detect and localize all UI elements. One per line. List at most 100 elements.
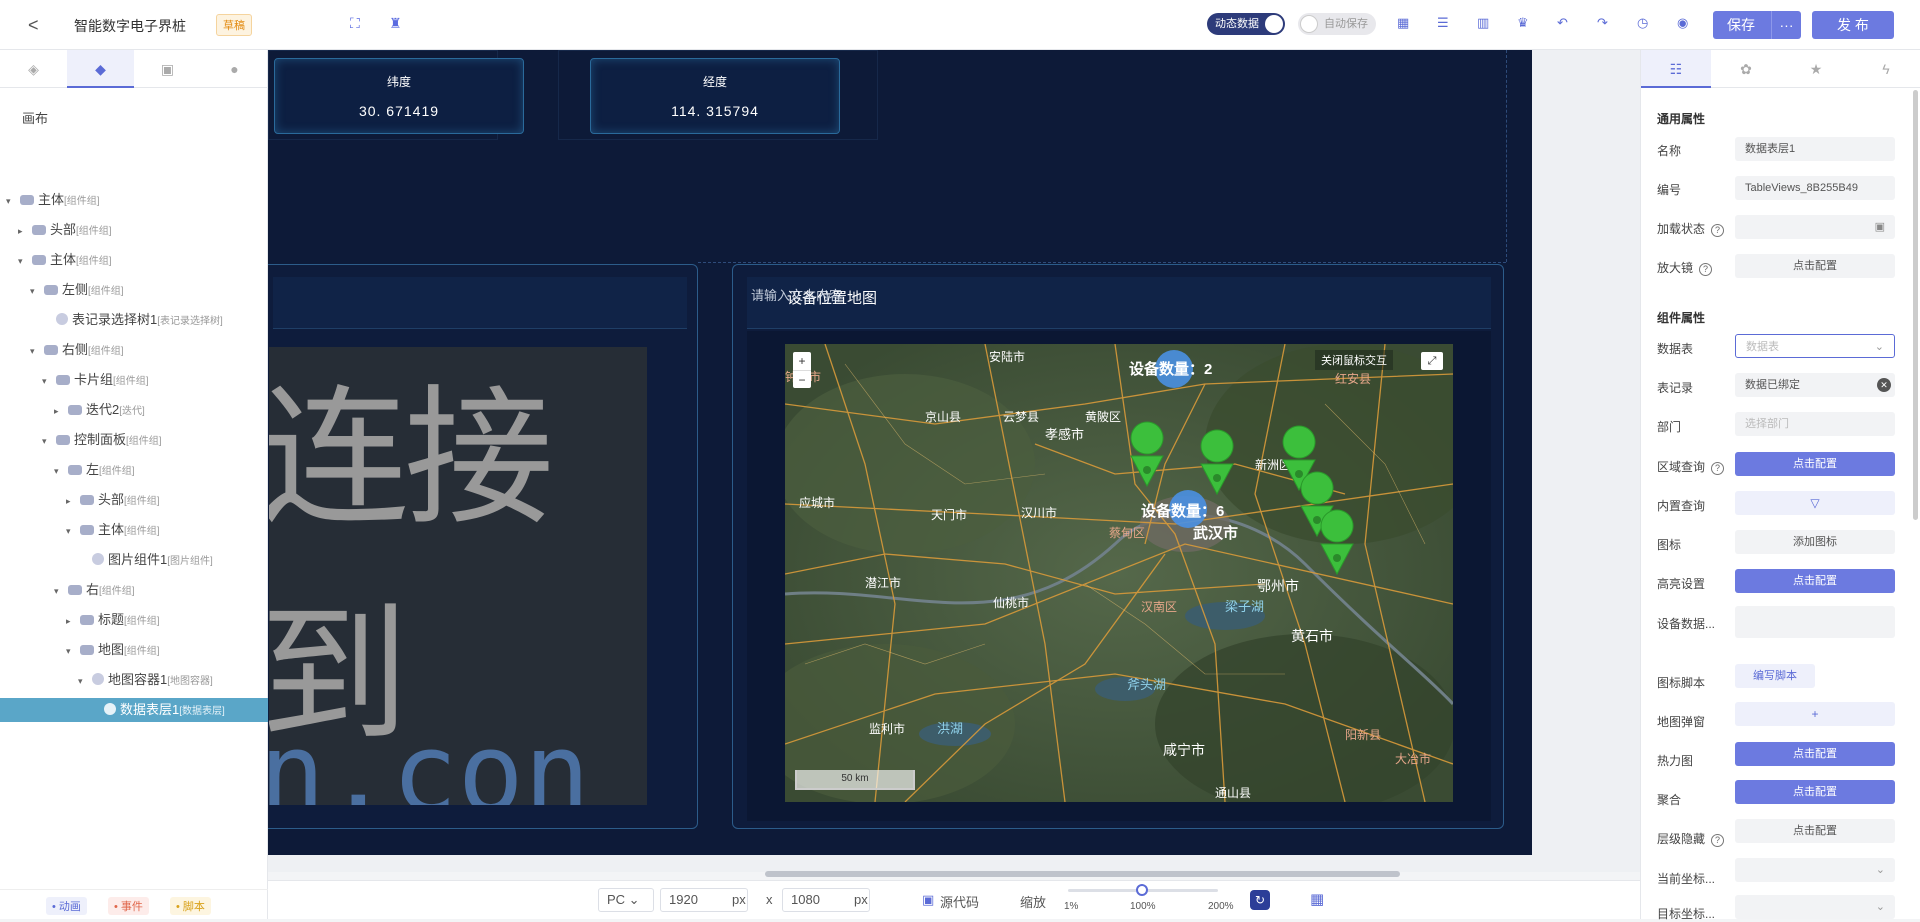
expand-arrow-icon[interactable]: ▸ (66, 489, 76, 513)
animation-tab[interactable]: • 动画 (46, 897, 87, 915)
tab-templates-icon[interactable]: ▣ (134, 50, 201, 88)
expand-arrow-icon[interactable]: ▾ (42, 429, 52, 453)
expand-arrow-icon[interactable]: ▾ (30, 279, 40, 303)
level-hide-button[interactable]: 点击配置 (1735, 819, 1895, 843)
heatmap-button[interactable]: 点击配置 (1735, 742, 1895, 766)
publish-button[interactable]: 发 布 (1812, 11, 1894, 39)
tab-style-icon[interactable]: ✿ (1711, 50, 1781, 88)
load-state-picker[interactable]: ▣ (1735, 215, 1895, 239)
source-code-icon[interactable]: ▣ (922, 892, 934, 908)
image-panel[interactable]: 连接到 n.con (268, 264, 698, 829)
layer-tree-item[interactable]: ▾ 右[组件组] (0, 578, 268, 602)
tab-user-icon[interactable]: ● (201, 50, 268, 88)
layer-tree-item[interactable]: ▾ 卡片组[组件组] (0, 368, 268, 392)
layer-tree-item[interactable]: ▾ 主体[组件组] (0, 188, 268, 212)
device-markers[interactable] (785, 344, 1453, 802)
zoom-out-button[interactable]: − (793, 370, 811, 389)
layer-tree-item[interactable]: ▸ 头部[组件组] (0, 218, 268, 242)
align-icon[interactable]: ▥ (1477, 15, 1489, 31)
filter-button[interactable]: ▽ (1735, 491, 1895, 515)
device-data-field[interactable] (1735, 606, 1895, 638)
expand-arrow-icon[interactable]: ▾ (66, 519, 76, 543)
magnifier-config-button[interactable]: 点击配置 (1735, 254, 1895, 278)
target-coord-select[interactable]: ⌄ (1735, 895, 1895, 919)
script-tab[interactable]: • 脚本 (170, 897, 211, 915)
design-stage[interactable]: 纬度 30. 671419 经度 114. 315794 连接到 n.con 设… (268, 50, 1640, 872)
tab-layers-icon[interactable]: ◆ (67, 50, 134, 88)
layer-tree-item[interactable]: ▾ 右侧[组件组] (0, 338, 268, 362)
expand-arrow-icon[interactable]: ▾ (30, 339, 40, 363)
expand-arrow-icon[interactable]: ▾ (42, 369, 52, 393)
layer-tree-item[interactable]: ▾ 主体[组件组] (0, 248, 268, 272)
back-icon[interactable]: < (28, 15, 39, 36)
current-coord-select[interactable]: ⌄ (1735, 858, 1895, 882)
layer-tree-item[interactable]: ▾ 控制面板[组件组] (0, 428, 268, 452)
add-popup-button[interactable]: + (1735, 702, 1895, 726)
write-script-button[interactable]: 编写脚本 (1735, 664, 1815, 688)
help-icon[interactable]: ? (1711, 834, 1725, 847)
theme-shirt-icon[interactable]: ♛ (1517, 15, 1529, 31)
grid-icon[interactable]: ▦ (1310, 890, 1324, 908)
layer-tree-item[interactable]: 表记录选择树1[表记录选择树] (0, 308, 268, 332)
history-icon[interactable]: ◷ (1637, 15, 1648, 31)
dept-select[interactable]: 选择部门 (1735, 412, 1895, 436)
preview-eye-icon[interactable]: ◉ (1677, 15, 1688, 31)
latitude-card[interactable]: 纬度 30. 671419 (274, 58, 524, 134)
area-query-button[interactable]: 点击配置 (1735, 452, 1895, 476)
dynamic-data-toggle[interactable]: 动态数据 (1207, 13, 1285, 35)
layer-tree-item[interactable]: ▸ 标题[组件组] (0, 608, 268, 632)
image-component[interactable]: 连接到 n.con (269, 347, 647, 805)
expand-arrow-icon[interactable]: ▾ (78, 669, 88, 693)
reset-zoom-icon[interactable]: ↻ (1250, 890, 1270, 910)
add-icon-button[interactable]: 添加图标 (1735, 530, 1895, 554)
expand-arrow-icon[interactable]: ▸ (66, 609, 76, 633)
layer-tree-item[interactable]: ▸ 头部[组件组] (0, 488, 268, 512)
zoom-in-button[interactable]: + (793, 352, 811, 370)
tab-properties-icon[interactable]: ☷ (1641, 50, 1711, 88)
help-icon[interactable]: ? (1711, 462, 1725, 475)
layer-tree-item[interactable]: ▾ 地图[组件组] (0, 638, 268, 662)
fullscreen-icon[interactable]: ⤢ (1421, 352, 1443, 370)
expand-arrow-icon[interactable]: ▾ (66, 639, 76, 663)
tab-components-icon[interactable]: ◈ (0, 50, 67, 88)
layer-tree-item[interactable]: 数据表层1[数据表层] (0, 698, 268, 722)
auto-save-toggle[interactable]: 自动保存 (1298, 13, 1376, 35)
layer-tree-item[interactable]: ▾ 地图容器1[地图容器] (0, 668, 268, 692)
horizontal-scrollbar[interactable] (765, 871, 1400, 877)
highlight-button[interactable]: 点击配置 (1735, 569, 1895, 593)
tab-effect-icon[interactable]: ★ (1781, 50, 1851, 88)
layer-tree-item[interactable]: ▾ 左[组件组] (0, 458, 268, 482)
undo-icon[interactable]: ↶ (1557, 15, 1568, 31)
layer-tree-item[interactable]: ▾ 主体[组件组] (0, 518, 268, 542)
clean-brush-icon[interactable]: ♜ (389, 15, 402, 32)
clear-icon[interactable]: ✕ (1877, 378, 1891, 392)
event-tab[interactable]: • 事件 (108, 897, 149, 915)
close-interaction-button[interactable]: 关闭鼠标交互 (1315, 350, 1393, 370)
tab-interaction-icon[interactable]: ϟ (1851, 50, 1920, 88)
expand-arrow-icon[interactable]: ▾ (54, 579, 64, 603)
layer-tree-item[interactable]: 图片组件1[图片组件] (0, 548, 268, 572)
property-scrollbar[interactable] (1913, 90, 1918, 520)
satellite-map[interactable]: 孝感市 武汉市 鄂州市 黄石市 咸宁市 天门市 汉川市 仙桃市 京山县 应城市 … (785, 344, 1453, 802)
id-input[interactable]: TableViews_8B255B49 (1735, 176, 1895, 200)
layer-tree-item[interactable]: ▾ 左侧[组件组] (0, 278, 268, 302)
cluster-button[interactable]: 点击配置 (1735, 780, 1895, 804)
help-icon[interactable]: ? (1699, 263, 1713, 276)
layer-tree-item[interactable]: ▸ 迭代2[迭代] (0, 398, 268, 422)
expand-arrow-icon[interactable]: ▸ (18, 219, 28, 243)
name-input[interactable]: 数据表层1 (1735, 137, 1895, 161)
longitude-card[interactable]: 经度 114. 315794 (590, 58, 840, 134)
record-value[interactable]: 数据已绑定 ✕ (1735, 373, 1895, 397)
canvas-root-label[interactable]: 画布 (22, 108, 48, 127)
save-more-button[interactable]: ··· (1771, 11, 1801, 39)
table-select[interactable]: 数据表 ⌄ (1735, 334, 1895, 358)
help-icon[interactable]: ? (1711, 224, 1725, 237)
fit-screen-icon[interactable]: ⛶ (350, 15, 360, 32)
device-select[interactable]: PC ⌄ (598, 888, 654, 912)
database-icon[interactable]: ☰ (1437, 15, 1449, 31)
expand-arrow-icon[interactable]: ▸ (54, 399, 64, 423)
zoom-slider-handle[interactable] (1136, 884, 1148, 896)
expand-arrow-icon[interactable]: ▾ (18, 249, 28, 273)
source-code-button[interactable]: 源代码 (940, 892, 979, 911)
chart-icon[interactable]: ▦ (1397, 15, 1409, 31)
